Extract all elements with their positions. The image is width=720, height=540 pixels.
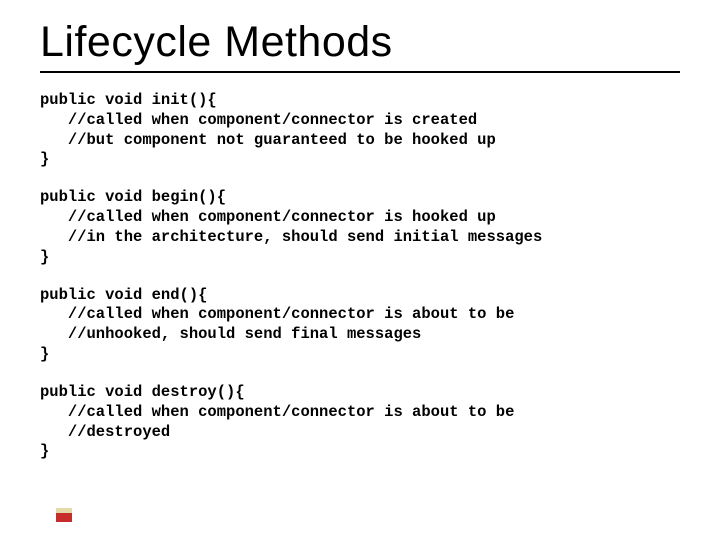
code-block-begin: public void begin(){ //called when compo… [40,188,680,267]
code-block-destroy: public void destroy(){ //called when com… [40,383,680,462]
code-block-end: public void end(){ //called when compone… [40,286,680,365]
slide-title: Lifecycle Methods [40,18,680,67]
slide: Lifecycle Methods public void init(){ //… [0,0,720,540]
title-underline [40,71,680,73]
corner-accent-icon [56,508,72,522]
code-block-init: public void init(){ //called when compon… [40,91,680,170]
